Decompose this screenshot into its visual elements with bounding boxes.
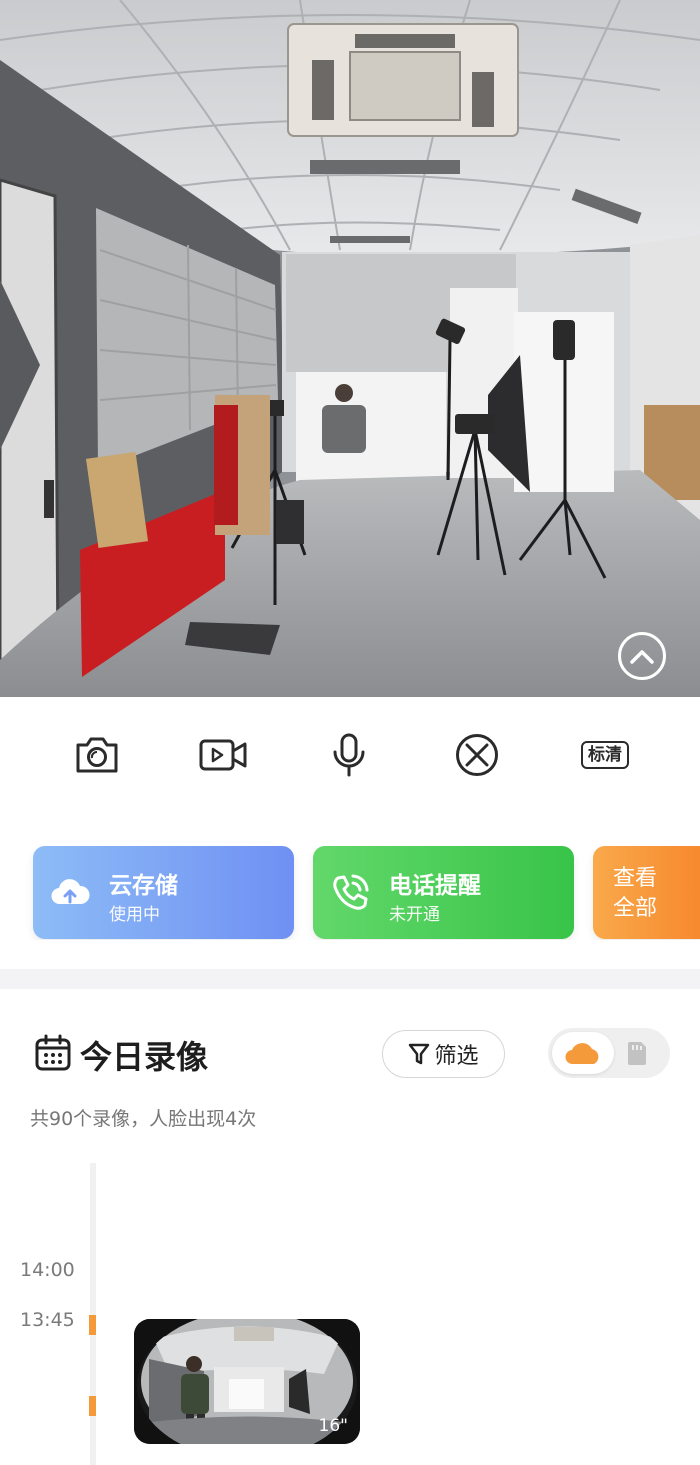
sd-card-icon[interactable] [626,1040,648,1066]
timeline-event-marker[interactable] [89,1315,96,1335]
service-cards: 云存储 使用中 电话提醒 未开通 查看 全部 [0,845,700,940]
chevron-up-icon [630,650,654,664]
live-camera-view[interactable] [0,0,700,697]
camera-icon [76,737,118,773]
camera-toolbar: 标清 [0,697,700,817]
filter-button[interactable]: 筛选 [382,1030,505,1078]
cloud-upload-icon [51,879,90,905]
timeline-track[interactable] [90,1163,96,1465]
hangup-button[interactable] [452,732,502,778]
view-all-line-1: 查看 [613,866,658,891]
microphone-icon [333,733,365,777]
talk-button[interactable] [324,732,374,778]
storage-source-toggle[interactable] [548,1028,670,1078]
record-button[interactable] [198,732,248,778]
time-label: 14:00 [20,1259,75,1281]
timeline-event-marker[interactable] [89,1396,96,1416]
recordings-title: 今日录像 [80,1038,209,1076]
card-title: 云存储 [109,873,178,899]
phone-alert-card[interactable]: 电话提醒 未开通 [313,846,574,939]
video-icon [199,739,247,771]
filter-label: 筛选 [434,1044,479,1069]
view-all-line-2: 全部 [613,896,658,921]
time-label: 13:45 [20,1309,75,1331]
cloud-source-option[interactable] [552,1032,614,1074]
quality-toggle-button[interactable]: 标清 [573,732,637,778]
quality-label: 标清 [581,741,629,769]
section-divider [0,969,700,989]
filter-icon [409,1043,430,1065]
card-title: 电话提醒 [389,873,481,899]
card-status: 使用中 [109,905,160,925]
phone-ring-icon [333,874,369,910]
calendar-icon [35,1034,71,1071]
screenshot-button[interactable] [72,732,122,778]
card-status: 未开通 [389,905,440,925]
recording-thumbnail[interactable]: 16" [134,1319,360,1444]
cloud-storage-card[interactable]: 云存储 使用中 [33,846,294,939]
camera-feed-image [0,0,700,697]
recordings-header: 今日录像 筛选 [0,1020,700,1090]
recordings-summary: 共90个录像，人脸出现4次 [30,1108,257,1130]
close-circle-icon [456,734,498,776]
view-all-card[interactable]: 查看 全部 [593,846,700,939]
clip-duration: 16" [318,1416,348,1436]
collapse-view-button[interactable] [618,632,666,680]
view-all-label: 查看 全部 [613,864,700,924]
cloud-icon [565,1043,599,1065]
